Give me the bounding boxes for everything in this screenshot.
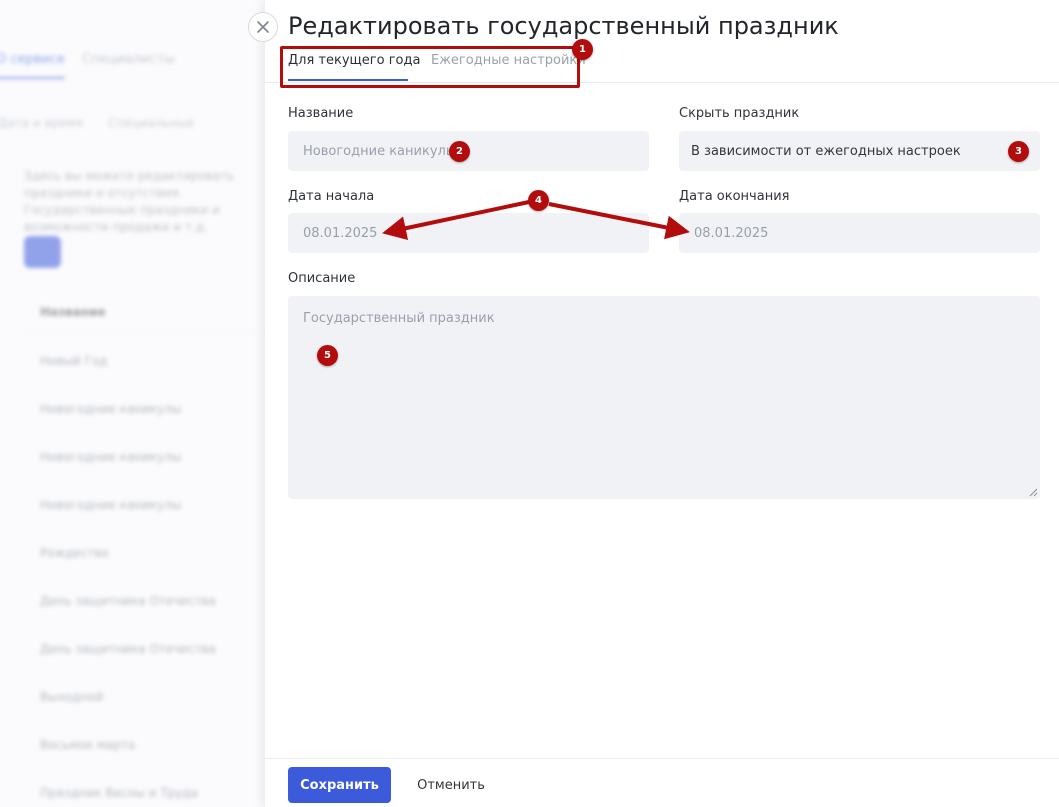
bg-row: Новогодние каникулы bbox=[40, 450, 182, 464]
bg-tab-about: О сервисе bbox=[0, 52, 66, 79]
end-date-label: Дата окончания bbox=[679, 189, 790, 204]
annotation-badge-2: 2 bbox=[449, 141, 470, 162]
resize-grip-icon[interactable] bbox=[1029, 488, 1038, 497]
annotation-badge-5: 5 bbox=[317, 345, 338, 366]
hide-holiday-select[interactable]: В зависимости от ежегодных настроек bbox=[679, 131, 1040, 171]
cancel-button[interactable]: Отменить bbox=[408, 767, 494, 803]
bg-row: Праздник Весны и Труда bbox=[40, 786, 199, 800]
bg-row: Выходной bbox=[40, 690, 104, 704]
bg-row: День защитника Отечества bbox=[40, 642, 216, 656]
description-label: Описание bbox=[288, 271, 356, 286]
bg-row: Новогодние каникулы bbox=[40, 498, 182, 512]
bg-tab-specialists: Специалисты bbox=[82, 52, 175, 67]
close-icon bbox=[257, 21, 269, 33]
bg-breadcrumb-2: Специальные bbox=[108, 116, 195, 130]
annotation-badge-3: 3 bbox=[1008, 141, 1029, 162]
save-button[interactable]: Сохранить bbox=[288, 767, 391, 803]
page-title: Редактировать государственный праздник bbox=[288, 12, 839, 40]
end-date-input[interactable]: 08.01.2025 bbox=[679, 213, 1040, 253]
bg-table-header: Название bbox=[40, 305, 106, 319]
description-placeholder: Государственный праздник bbox=[303, 311, 495, 326]
bg-separator bbox=[24, 332, 265, 333]
bg-row: Восьмое марта bbox=[40, 738, 136, 752]
annotation-badge-1: 1 bbox=[572, 39, 593, 60]
footer-divider bbox=[265, 758, 1059, 759]
description-textarea[interactable]: Государственный праздник bbox=[288, 296, 1040, 499]
hide-holiday-label: Скрыть праздник bbox=[679, 106, 800, 121]
bg-row: Новый Год bbox=[40, 354, 108, 368]
annotation-tabs-highlight bbox=[280, 46, 580, 88]
bg-breadcrumb-1: Дата и время bbox=[0, 116, 83, 130]
start-date-label: Дата начала bbox=[288, 189, 375, 204]
bg-filter-button bbox=[24, 236, 61, 268]
bg-row: Рождество bbox=[40, 546, 110, 560]
start-date-input[interactable]: 08.01.2025 bbox=[288, 213, 649, 253]
annotation-badge-4: 4 bbox=[528, 190, 549, 211]
close-button[interactable] bbox=[248, 12, 278, 42]
bg-intro-text: Здесь вы можете редактировать праздники … bbox=[24, 169, 235, 234]
bg-row: Новогодние каникулы bbox=[40, 402, 182, 416]
bg-row: День защитника Отечества bbox=[40, 594, 216, 608]
name-label: Название bbox=[288, 106, 354, 121]
